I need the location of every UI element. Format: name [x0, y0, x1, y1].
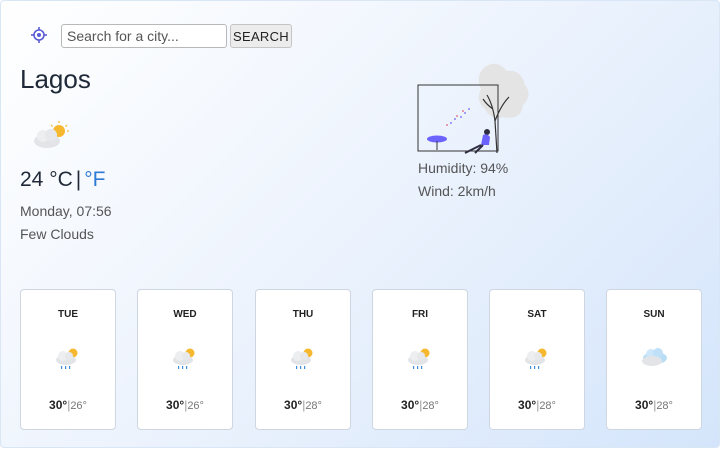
forecast-day: FRI [411, 309, 429, 320]
forecast-day: THU [292, 309, 314, 320]
forecast-card: TUE 30°|26° [20, 289, 116, 430]
forecast-card: THU 30°|28° [255, 289, 351, 430]
wind-speed: Wind: 2km/h [418, 183, 496, 199]
forecast-day: SUN [643, 309, 665, 320]
partly-cloudy-icon [34, 121, 69, 148]
cloud-sun-rain-icon [173, 348, 195, 369]
forecast-low: 26° [187, 400, 204, 412]
forecast-day: WED [173, 309, 197, 320]
humidity: Humidity: 94% [418, 160, 509, 176]
forecast-temps: 30°|28° [518, 398, 556, 412]
forecast-high: 30° [284, 398, 303, 412]
forecast-low: 28° [305, 400, 322, 412]
current-date-time: Monday, 07:56 [20, 203, 112, 219]
unit-separator: | [75, 168, 82, 191]
forecast-high: 30° [166, 398, 185, 412]
cloud-icon [642, 348, 667, 366]
person-under-tree-illustration [417, 63, 529, 154]
fahrenheit-toggle[interactable]: °F [84, 168, 105, 191]
forecast-high: 30° [401, 398, 420, 412]
forecast-low: 28° [539, 400, 556, 412]
forecast-low: 26° [70, 400, 87, 412]
cloud-sun-rain-icon [408, 348, 430, 369]
cloud-sun-rain-icon [56, 348, 78, 369]
weather-description: Few Clouds [20, 226, 94, 242]
forecast-low: 28° [656, 400, 673, 412]
cloud-sun-rain-icon [291, 348, 313, 369]
forecast-low: 28° [422, 400, 439, 412]
forecast-card: WED 30°|26° [137, 289, 233, 430]
forecast-temps: 30°|26° [166, 398, 204, 412]
location-target-icon[interactable] [29, 25, 49, 45]
forecast-day: SAT [527, 309, 547, 320]
forecast-temps: 30°|28° [401, 398, 439, 412]
forecast-day: TUE [58, 309, 78, 320]
forecast-temps: 30°|28° [635, 398, 673, 412]
forecast-high: 30° [518, 398, 537, 412]
forecast-temps: 30°|26° [49, 398, 87, 412]
cloud-sun-rain-icon [525, 348, 547, 369]
forecast-card: SAT 30°|28° [489, 289, 585, 430]
forecast-high: 30° [635, 398, 654, 412]
forecast-high: 30° [49, 398, 68, 412]
current-temperature: 24 °C | °F [20, 168, 105, 192]
forecast-card: FRI 30°|28° [372, 289, 468, 430]
weather-app: SEARCH Lagos 24 °C|°F Monday, 07:56 Few … [0, 0, 720, 448]
forecast-temps: 30°|28° [284, 398, 322, 412]
temp-celsius: 24 °C [20, 168, 73, 191]
search-button[interactable]: SEARCH [230, 24, 292, 48]
forecast-card: SUN 30°|28° [606, 289, 702, 430]
city-name: Lagos [20, 64, 91, 94]
city-search-input[interactable] [61, 24, 227, 48]
